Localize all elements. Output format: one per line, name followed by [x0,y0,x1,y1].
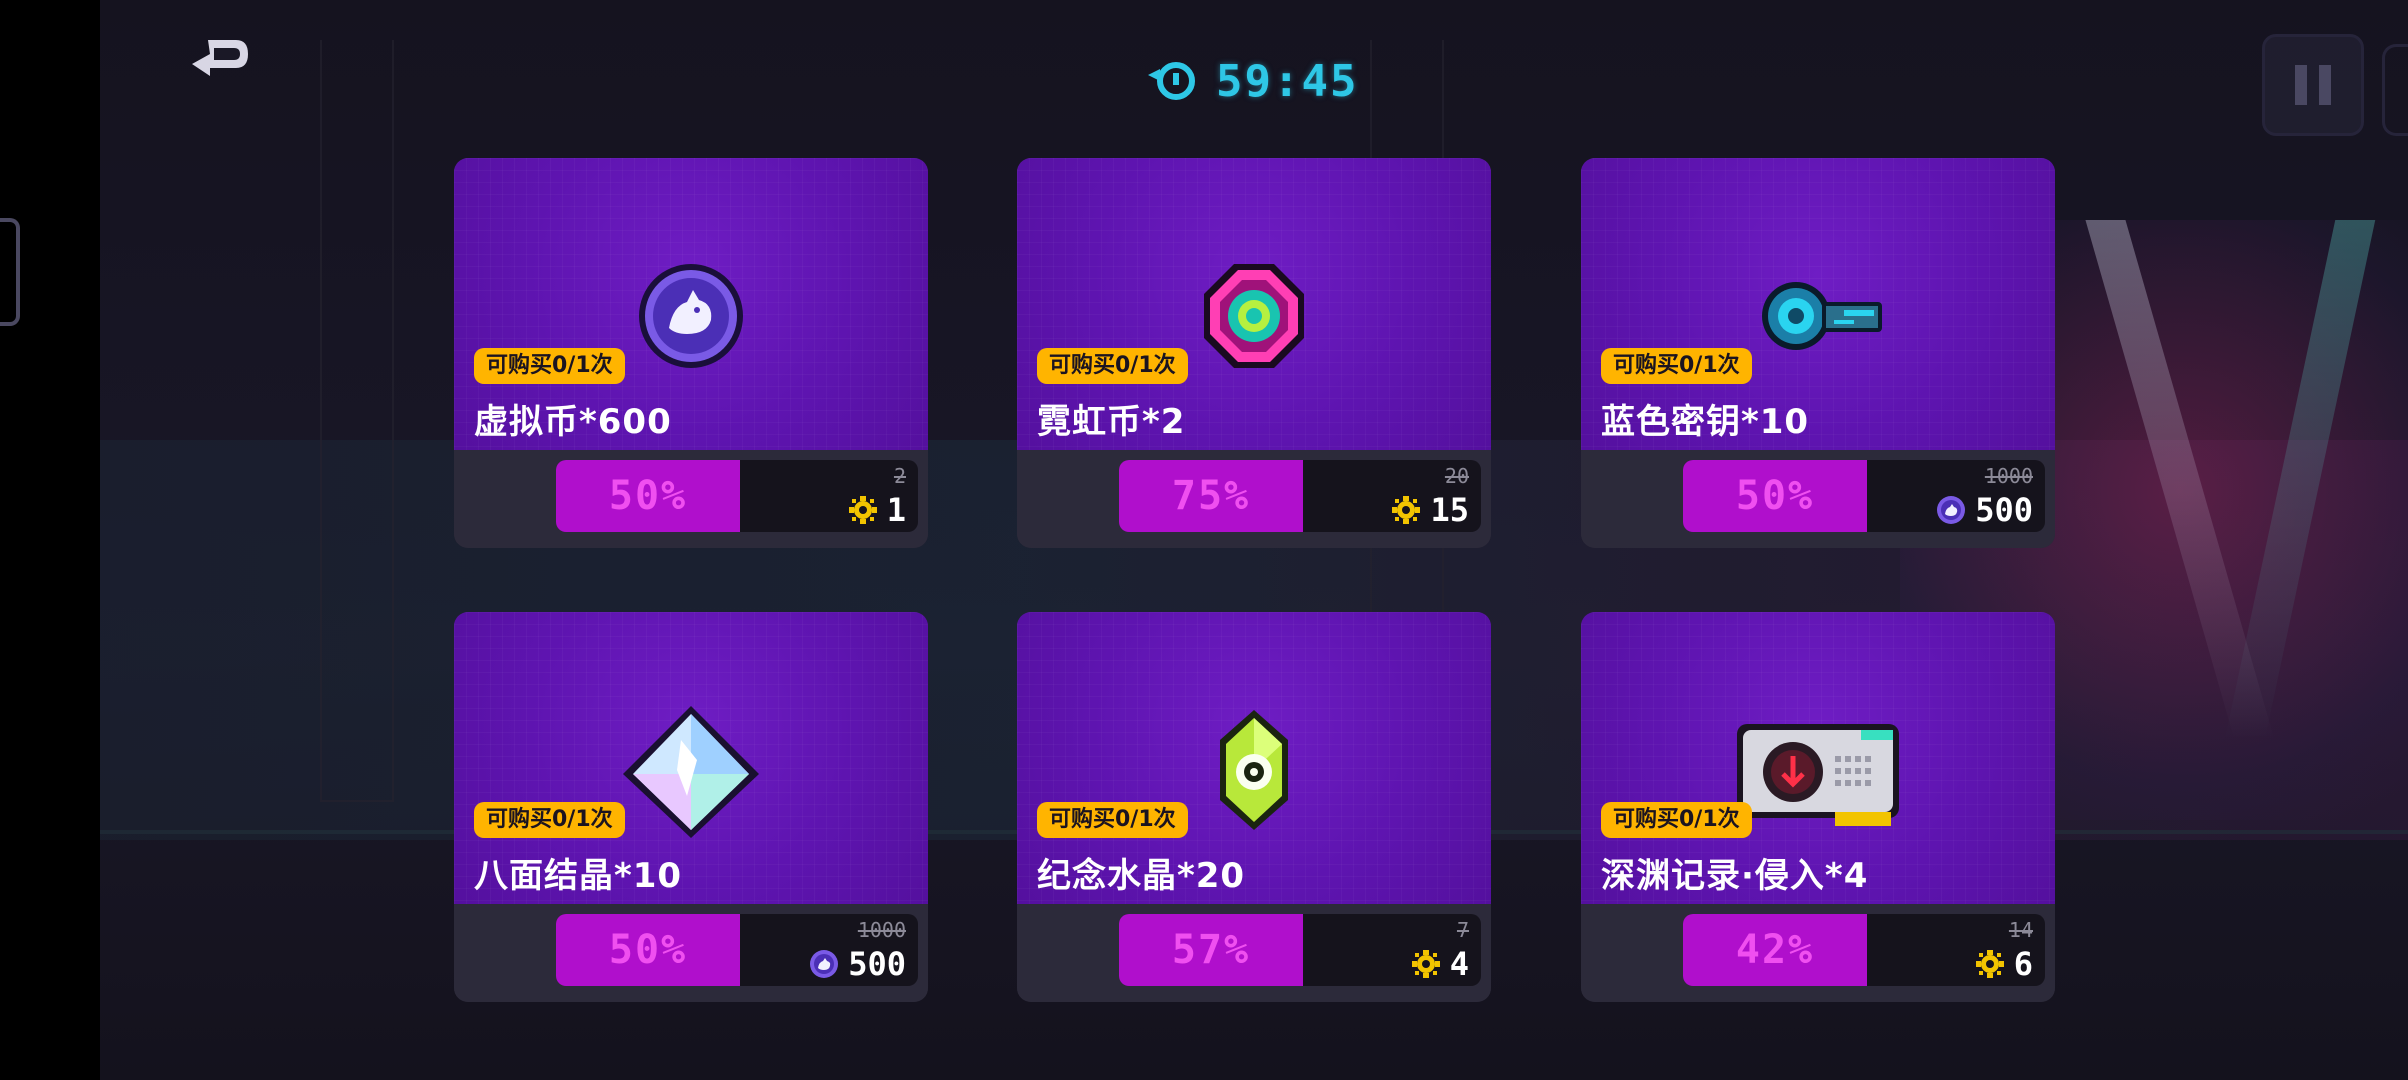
original-price: 1000 [1984,464,2033,488]
shop-card-octahedral-crystal[interactable]: 可购买0/1次 八面结晶*10 50% 1000 500 [454,612,928,1002]
item-name: 深渊记录·侵入*4 [1601,856,1869,896]
purchase-limit-badge: 可购买0/1次 [1601,348,1752,384]
sale-price: 500 [1975,491,2033,529]
pause-button[interactable] [2262,34,2364,136]
item-name: 虚拟币*600 [474,402,672,442]
side-panel-edge [2382,44,2408,136]
neon-coin-icon [1204,264,1304,368]
blue-key-icon [1762,282,1882,350]
gold-gear-icon [1411,950,1440,978]
discount-label: 42% [1683,914,1867,986]
shop-card-memorial-crystal[interactable]: 可购买0/1次 纪念水晶*20 57% 7 4 [1017,612,1491,1002]
virtual-coin-icon [639,264,743,368]
sale-price: 1 [886,491,906,529]
purchase-limit-badge: 可购买0/1次 [1601,802,1752,838]
shop-card-blue-key[interactable]: 可购买0/1次 蓝色密钥*10 50% 1000 500 [1581,158,2055,548]
price-box[interactable]: 75% 20 15 [1119,460,1481,532]
virtual-coin-icon [1937,496,1966,524]
back-arrow-icon [192,40,248,76]
octahedral-crystal-icon [623,706,759,838]
price-box[interactable]: 42% 14 6 [1683,914,2045,986]
purchase-limit-badge: 可购买0/1次 [1037,802,1188,838]
sale-price: 4 [1449,945,1469,983]
price-box[interactable]: 50% 1000 500 [1683,460,2045,532]
item-name: 蓝色密钥*10 [1601,402,1810,442]
shop-card-neon-coin[interactable]: 可购买0/1次 霓虹币*2 75% 20 15 [1017,158,1491,548]
shop-card-virtual-coin[interactable]: 可购买0/1次 虚拟币*600 50% 2 1 [454,158,928,548]
original-price: 7 [1456,918,1469,942]
side-drawer-tab[interactable] [0,218,20,326]
clock-icon [1148,62,1195,100]
purchase-limit-badge: 可购买0/1次 [474,802,625,838]
virtual-coin-icon [810,950,839,978]
discount-label: 50% [556,914,740,986]
sale-price: 15 [1430,491,1469,529]
sale-price: 500 [848,945,906,983]
purchase-limit-badge: 可购买0/1次 [474,348,625,384]
discount-label: 50% [556,460,740,532]
item-name: 纪念水晶*20 [1037,856,1246,896]
price-box[interactable]: 50% 1000 500 [556,914,918,986]
original-price: 20 [1444,464,1469,488]
discount-label: 50% [1683,460,1867,532]
discount-label: 75% [1119,460,1303,532]
purchase-limit-badge: 可购买0/1次 [1037,348,1188,384]
background-pillar [320,40,394,802]
memorial-crystal-icon [1220,710,1288,830]
price-box[interactable]: 50% 2 1 [556,460,918,532]
back-button[interactable] [184,34,254,84]
original-price: 14 [2008,918,2033,942]
item-name: 八面结晶*10 [474,856,683,896]
discount-label: 57% [1119,914,1303,986]
item-name: 霓虹币*2 [1037,402,1186,442]
original-price: 1000 [857,918,906,942]
timer-value: 59:45 [1216,55,1359,107]
gold-gear-icon [1975,950,2004,978]
original-price: 2 [893,464,906,488]
countdown-timer: 59:45 [1146,55,1359,107]
sale-price: 6 [2013,945,2033,983]
price-box[interactable]: 57% 7 4 [1119,914,1481,986]
abyss-record-chip-icon [1737,724,1899,826]
pause-icon [2295,65,2307,105]
gold-gear-icon [1392,496,1421,524]
shop-card-abyss-record[interactable]: 可购买0/1次 深渊记录·侵入*4 42% 14 6 [1581,612,2055,1002]
gold-gear-icon [848,496,877,524]
